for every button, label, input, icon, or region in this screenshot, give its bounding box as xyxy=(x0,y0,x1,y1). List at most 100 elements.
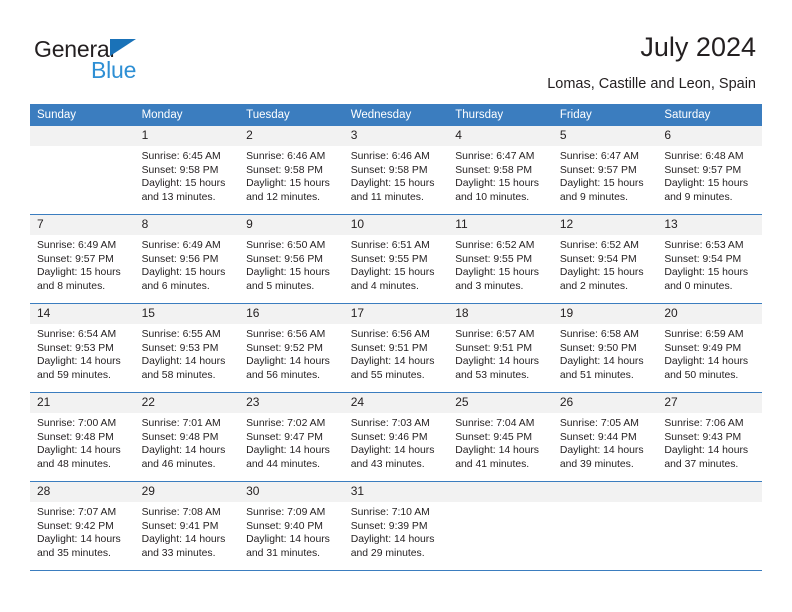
sunrise-time: Sunrise: 6:47 AM xyxy=(559,151,639,162)
sunset-time: Sunset: 9:58 PM xyxy=(455,164,533,176)
calendar-day-cell[interactable]: 14 Sunrise: 6:54 AM Sunset: 9:53 PM Dayligh… xyxy=(30,303,135,393)
sunset-time: Sunset: 9:50 PM xyxy=(559,342,637,354)
daylight-duration-line2: and 8 minutes. xyxy=(37,280,106,292)
day-details: Sunrise: 6:46 AM Sunset: 9:58 PM Daylight:… xyxy=(239,146,344,204)
day-details: Sunrise: 6:58 AM Sunset: 9:50 PM Daylight:… xyxy=(553,324,658,382)
sunrise-time: Sunrise: 6:52 AM xyxy=(559,240,639,251)
calendar-cell-inner: 14 Sunrise: 6:54 AM Sunset: 9:53 PM Dayligh… xyxy=(30,304,135,392)
calendar-cell-inner: 22 Sunrise: 7:01 AM Sunset: 9:48 PM Dayligh… xyxy=(134,393,240,481)
calendar-cell-empty xyxy=(30,126,135,215)
day-number: 1 xyxy=(134,126,240,146)
calendar-day-cell[interactable]: 19 Sunrise: 6:58 AM Sunset: 9:50 PM Dayligh… xyxy=(552,303,658,393)
calendar-cell-inner: 20 Sunrise: 6:59 AM Sunset: 9:49 PM Dayligh… xyxy=(657,304,762,392)
sunrise-time: Sunrise: 6:57 AM xyxy=(455,329,535,340)
daylight-duration-line2: and 9 minutes. xyxy=(664,191,733,203)
calendar-week-row: 21 Sunrise: 7:00 AM Sunset: 9:48 PM Dayligh… xyxy=(30,392,762,482)
day-number: 23 xyxy=(239,393,344,413)
calendar-week-row: 7 Sunrise: 6:49 AM Sunset: 9:57 PM Daylight… xyxy=(30,214,762,304)
weekday-header-saturday: Saturday xyxy=(657,104,762,126)
sunrise-time: Sunrise: 6:47 AM xyxy=(455,151,535,162)
sunset-time: Sunset: 9:51 PM xyxy=(350,342,428,354)
calendar-cell-inner: 25 Sunrise: 7:04 AM Sunset: 9:45 PM Dayligh… xyxy=(448,393,553,481)
calendar-day-cell[interactable]: 27 Sunrise: 7:06 AM Sunset: 9:43 PM Dayligh… xyxy=(657,392,762,482)
calendar-cell-inner: 30 Sunrise: 7:09 AM Sunset: 9:40 PM Dayligh… xyxy=(239,482,344,570)
daylight-duration-line2: and 4 minutes. xyxy=(350,280,419,292)
sunrise-time: Sunrise: 7:02 AM xyxy=(246,418,326,429)
daylight-duration-line1: Daylight: 14 hours xyxy=(664,445,749,457)
daylight-duration-line1: Daylight: 14 hours xyxy=(246,356,330,368)
calendar-day-cell[interactable]: 31 Sunrise: 7:10 AM Sunset: 9:39 PM Dayligh… xyxy=(343,481,449,571)
sunrise-time: Sunrise: 6:51 AM xyxy=(350,240,430,251)
calendar-day-cell[interactable]: 20 Sunrise: 6:59 AM Sunset: 9:49 PM Dayligh… xyxy=(657,303,762,393)
page-title: July 2024 xyxy=(640,32,756,62)
day-details: Sunrise: 7:10 AM Sunset: 9:39 PM Daylight:… xyxy=(344,502,449,560)
calendar-day-cell[interactable]: 16 Sunrise: 6:56 AM Sunset: 9:52 PM Dayligh… xyxy=(239,303,344,393)
daylight-duration-line1: Daylight: 15 hours xyxy=(350,267,435,279)
sunset-time: Sunset: 9:55 PM xyxy=(455,253,533,265)
day-details: Sunrise: 7:08 AM Sunset: 9:41 PM Daylight:… xyxy=(135,502,240,560)
calendar-day-cell[interactable]: 1 Sunrise: 6:45 AM Sunset: 9:58 PM Daylight… xyxy=(134,126,240,215)
calendar-day-cell[interactable]: 23 Sunrise: 7:02 AM Sunset: 9:47 PM Dayligh… xyxy=(239,392,344,482)
sunrise-time: Sunrise: 7:07 AM xyxy=(37,507,117,518)
calendar-day-cell[interactable]: 24 Sunrise: 7:03 AM Sunset: 9:46 PM Dayligh… xyxy=(343,392,449,482)
day-details: Sunrise: 6:47 AM Sunset: 9:57 PM Daylight:… xyxy=(553,146,658,204)
day-details: Sunrise: 6:56 AM Sunset: 9:52 PM Daylight:… xyxy=(239,324,344,382)
calendar-day-cell[interactable]: 26 Sunrise: 7:05 AM Sunset: 9:44 PM Dayligh… xyxy=(552,392,658,482)
sunrise-time: Sunrise: 7:09 AM xyxy=(246,507,326,518)
calendar-cell-empty xyxy=(657,481,762,571)
day-details: Sunrise: 6:49 AM Sunset: 9:56 PM Daylight:… xyxy=(135,235,240,293)
calendar-day-cell[interactable]: 18 Sunrise: 6:57 AM Sunset: 9:51 PM Dayligh… xyxy=(448,303,553,393)
calendar-day-cell[interactable]: 10 Sunrise: 6:51 AM Sunset: 9:55 PM Dayligh… xyxy=(343,214,449,304)
calendar-day-cell[interactable]: 21 Sunrise: 7:00 AM Sunset: 9:48 PM Dayligh… xyxy=(30,392,135,482)
day-number: 31 xyxy=(343,482,449,502)
daylight-duration-line2: and 44 minutes. xyxy=(246,458,321,470)
calendar-cell-inner xyxy=(448,482,553,570)
day-number xyxy=(448,482,553,502)
calendar-cell-inner: 28 Sunrise: 7:07 AM Sunset: 9:42 PM Dayligh… xyxy=(30,482,135,570)
sunset-time: Sunset: 9:43 PM xyxy=(664,431,742,443)
daylight-duration-line2: and 2 minutes. xyxy=(559,280,628,292)
calendar-day-cell[interactable]: 9 Sunrise: 6:50 AM Sunset: 9:56 PM Daylight… xyxy=(239,214,344,304)
calendar-day-cell[interactable]: 8 Sunrise: 6:49 AM Sunset: 9:56 PM Daylight… xyxy=(134,214,240,304)
weekday-header-thursday: Thursday xyxy=(448,104,553,126)
calendar-day-cell[interactable]: 22 Sunrise: 7:01 AM Sunset: 9:48 PM Dayligh… xyxy=(134,392,240,482)
sunset-time: Sunset: 9:57 PM xyxy=(559,164,637,176)
sunset-time: Sunset: 9:58 PM xyxy=(141,164,219,176)
day-number: 15 xyxy=(134,304,240,324)
calendar-day-cell[interactable]: 25 Sunrise: 7:04 AM Sunset: 9:45 PM Dayligh… xyxy=(448,392,553,482)
calendar-day-cell[interactable]: 28 Sunrise: 7:07 AM Sunset: 9:42 PM Dayligh… xyxy=(30,481,135,571)
calendar-cell-inner: 3 Sunrise: 6:46 AM Sunset: 9:58 PM Daylight… xyxy=(343,126,449,214)
calendar-day-cell[interactable]: 13 Sunrise: 6:53 AM Sunset: 9:54 PM Dayligh… xyxy=(657,214,762,304)
calendar-day-cell[interactable]: 5 Sunrise: 6:47 AM Sunset: 9:57 PM Daylight… xyxy=(552,126,658,215)
calendar-day-cell[interactable]: 3 Sunrise: 6:46 AM Sunset: 9:58 PM Daylight… xyxy=(343,126,449,215)
day-number xyxy=(552,482,658,502)
daylight-duration-line1: Daylight: 14 hours xyxy=(37,534,121,546)
calendar-day-cell[interactable]: 15 Sunrise: 6:55 AM Sunset: 9:53 PM Dayligh… xyxy=(134,303,240,393)
general-blue-logo[interactable]: General Blue xyxy=(34,36,214,84)
day-details: Sunrise: 6:51 AM Sunset: 9:55 PM Daylight:… xyxy=(344,235,449,293)
sunset-time: Sunset: 9:57 PM xyxy=(664,164,742,176)
calendar-cell-inner: 18 Sunrise: 6:57 AM Sunset: 9:51 PM Dayligh… xyxy=(448,304,553,392)
calendar-day-cell[interactable]: 6 Sunrise: 6:48 AM Sunset: 9:57 PM Daylight… xyxy=(657,126,762,215)
sunrise-time: Sunrise: 6:46 AM xyxy=(350,151,430,162)
calendar-day-cell[interactable]: 30 Sunrise: 7:09 AM Sunset: 9:40 PM Dayligh… xyxy=(239,481,344,571)
calendar-cell-inner: 17 Sunrise: 6:56 AM Sunset: 9:51 PM Dayligh… xyxy=(343,304,449,392)
calendar-day-cell[interactable]: 17 Sunrise: 6:56 AM Sunset: 9:51 PM Dayligh… xyxy=(343,303,449,393)
calendar-day-cell[interactable]: 12 Sunrise: 6:52 AM Sunset: 9:54 PM Dayligh… xyxy=(552,214,658,304)
day-details: Sunrise: 7:09 AM Sunset: 9:40 PM Daylight:… xyxy=(239,502,344,560)
calendar-day-cell[interactable]: 7 Sunrise: 6:49 AM Sunset: 9:57 PM Daylight… xyxy=(30,214,135,304)
calendar-day-cell[interactable]: 11 Sunrise: 6:52 AM Sunset: 9:55 PM Dayligh… xyxy=(448,214,553,304)
sunrise-time: Sunrise: 6:52 AM xyxy=(455,240,535,251)
daylight-duration-line2: and 53 minutes. xyxy=(455,369,530,381)
daylight-duration-line1: Daylight: 15 hours xyxy=(37,267,121,279)
calendar-day-cell[interactable]: 2 Sunrise: 6:46 AM Sunset: 9:58 PM Daylight… xyxy=(239,126,344,215)
day-number: 22 xyxy=(134,393,240,413)
calendar-cell-inner xyxy=(657,482,762,570)
calendar-cell-inner xyxy=(552,482,658,570)
calendar-day-cell[interactable]: 29 Sunrise: 7:08 AM Sunset: 9:41 PM Dayligh… xyxy=(134,481,240,571)
calendar-day-cell[interactable]: 4 Sunrise: 6:47 AM Sunset: 9:58 PM Daylight… xyxy=(448,126,553,215)
sunrise-time: Sunrise: 6:59 AM xyxy=(664,329,744,340)
day-details: Sunrise: 6:46 AM Sunset: 9:58 PM Daylight:… xyxy=(344,146,449,204)
day-number: 4 xyxy=(448,126,553,146)
daylight-duration-line2: and 9 minutes. xyxy=(559,191,628,203)
